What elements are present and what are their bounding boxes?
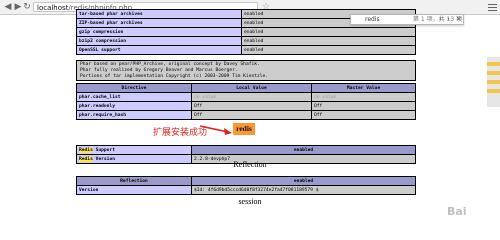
- url-host: localhost: [37, 4, 69, 12]
- menu-icon[interactable]: [488, 2, 497, 11]
- find-match-count: 第 1 项，共 13 项: [413, 16, 463, 23]
- row-label: gzip compression: [76, 27, 242, 37]
- table-header-row: Redis Support enabled: [76, 145, 416, 155]
- table-header-row: Directive Local Value Master Value: [76, 83, 416, 93]
- column-header: enabled: [191, 176, 416, 186]
- row-value: enabled: [241, 27, 416, 37]
- back-arrow-icon[interactable]: ◀: [3, 2, 13, 12]
- find-query-input[interactable]: redis: [365, 15, 380, 24]
- phar-directive-table: Directive Local Value Master Value phar.…: [76, 83, 416, 120]
- watermark-logo: Bai: [447, 205, 467, 218]
- credits-line: Portions of tar implementation Copyright…: [80, 74, 269, 79]
- reload-icon[interactable]: ↻: [22, 2, 32, 12]
- phar-credits-box: Phar based on pear/PHP_Archive, original…: [76, 60, 416, 81]
- annotation-arrow-icon: [199, 125, 232, 135]
- side-strip: [487, 57, 500, 107]
- table-row: phar.cache_list no value no value: [76, 92, 416, 102]
- table-row: bzip2 compression enabled: [76, 36, 416, 46]
- row-value: enabled: [241, 45, 416, 55]
- master-value: Off: [311, 101, 416, 111]
- directive-name: phar.readonly: [76, 101, 192, 111]
- table-row: gzip compression enabled: [76, 27, 416, 37]
- row-label: tar-based phar archives: [76, 9, 242, 19]
- directive-name: phar.require_hash: [76, 110, 192, 120]
- find-previous-button[interactable]: ‹: [439, 15, 442, 24]
- table-row: phar.require_hash Off Off: [76, 110, 416, 120]
- search-highlight: Redis: [79, 147, 93, 153]
- table-header-row: Reflection enabled: [76, 176, 416, 186]
- row-label: OpenSSL support: [76, 45, 242, 55]
- row-value: enabled: [241, 36, 416, 46]
- local-value: no value: [194, 94, 217, 100]
- redis-section-title[interactable]: redis: [233, 123, 255, 135]
- column-header: Directive: [76, 83, 192, 93]
- redis-support-value: enabled: [191, 145, 416, 155]
- directive-name: phar.cache_list: [76, 92, 192, 102]
- reflection-section-title[interactable]: Reflection: [0, 160, 500, 169]
- local-value: Off: [191, 101, 312, 111]
- redis-support-label: Redis Support: [76, 145, 192, 155]
- local-value: Off: [191, 110, 312, 120]
- phpinfo-page: tar-based phar archives enabled ZIP-base…: [0, 9, 500, 218]
- reflection-table: Reflection enabled Version $Id: 4f6d9bd5…: [76, 176, 416, 195]
- find-next-button[interactable]: ›: [447, 15, 450, 24]
- column-header: Local Value: [191, 83, 312, 93]
- table-row: OpenSSL support enabled: [76, 45, 416, 55]
- find-in-page-bar[interactable]: redis 第 1 项，共 13 项 ‹ › ×: [350, 14, 464, 25]
- find-close-button[interactable]: ×: [456, 15, 462, 24]
- table-row: Version $Id: 4f6d9bd5cccd6d0f8f3274e2fa4…: [76, 185, 416, 195]
- row-label: bzip2 compression: [76, 36, 242, 46]
- session-section-title[interactable]: session: [0, 197, 500, 206]
- reflection-version-label: Version: [76, 185, 192, 195]
- table-row: phar.readonly Off Off: [76, 101, 416, 111]
- master-value: no value: [314, 94, 337, 100]
- reflection-version-value: $Id: 4f6d9bd5cccd6d0f8f3274e2fa47f081189…: [191, 185, 416, 195]
- column-header: Master Value: [311, 83, 416, 93]
- column-header: Reflection: [76, 176, 192, 186]
- row-label: ZIP-based phar archives: [76, 18, 242, 28]
- master-value: Off: [311, 110, 416, 120]
